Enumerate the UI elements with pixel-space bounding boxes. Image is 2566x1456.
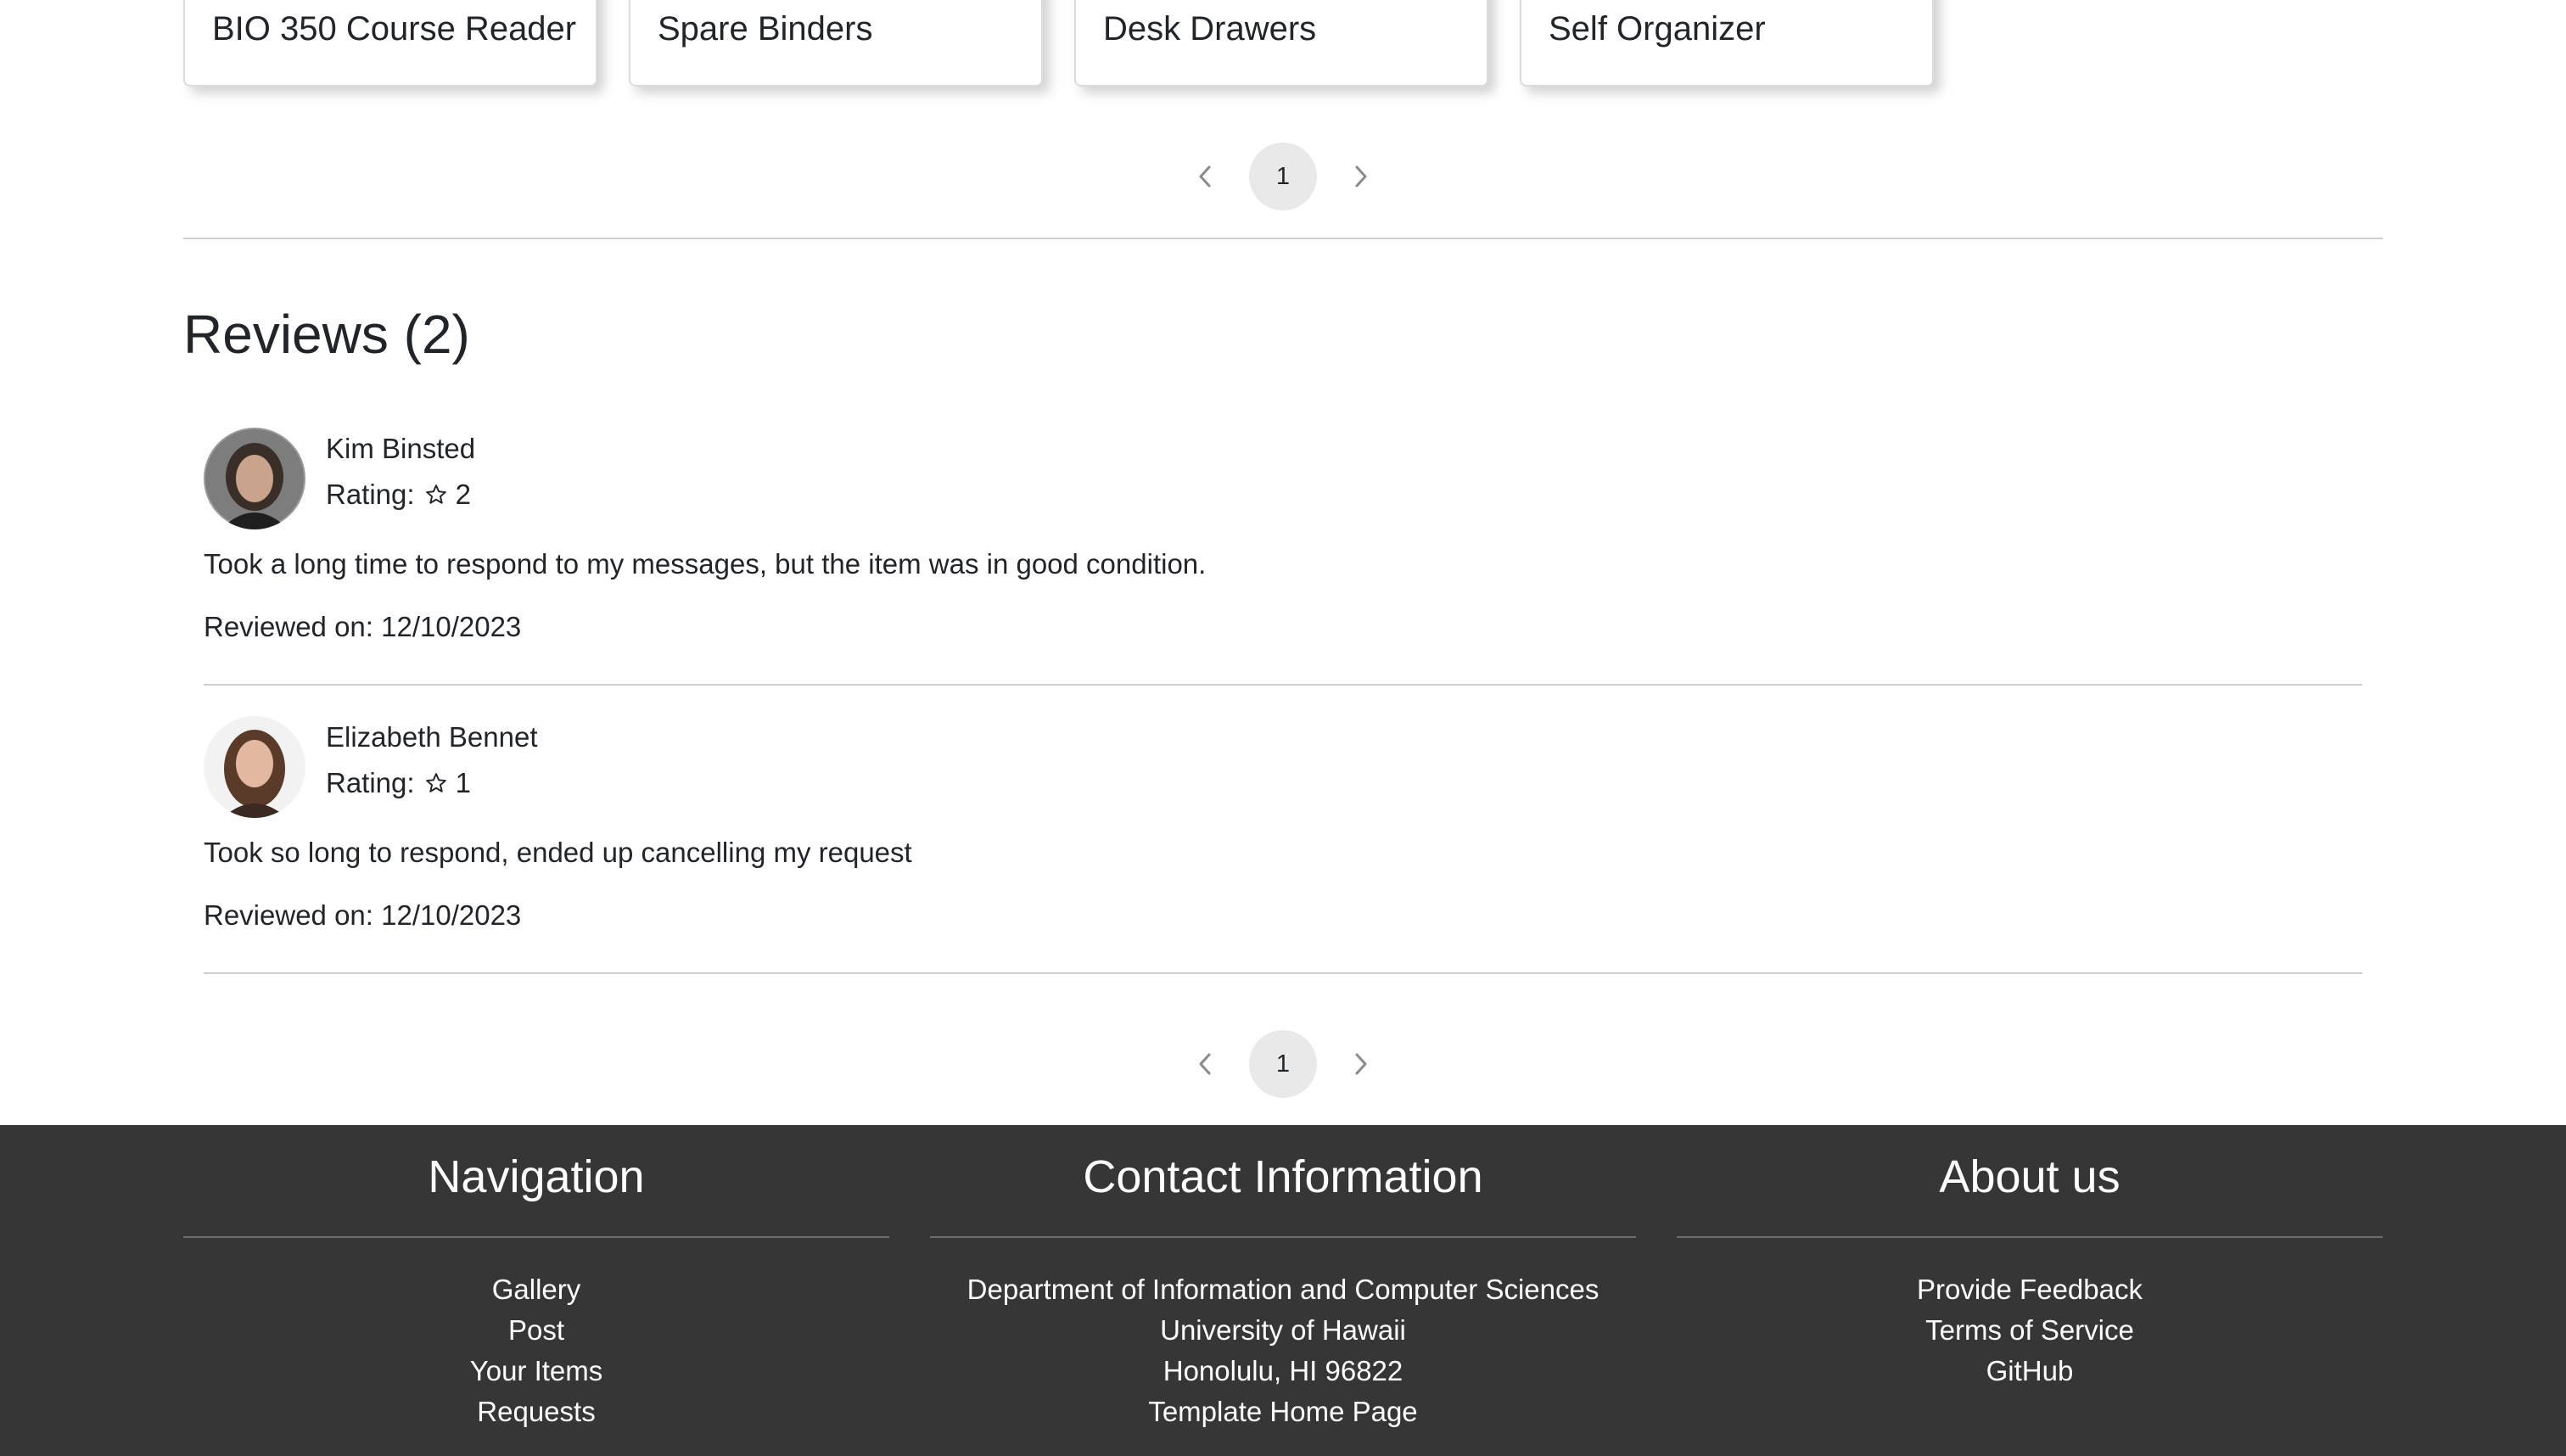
pagination-prev-button[interactable] [1183, 154, 1227, 199]
footer-navigation-heading: Navigation [428, 1151, 645, 1202]
footer-divider [1677, 1236, 2383, 1238]
review-divider [204, 684, 2362, 686]
item-cards-row: BIO 350 Course Reader Spare Binders Desk… [183, 0, 2383, 88]
contact-department: Department of Information and Computer S… [966, 1274, 1600, 1305]
chevron-right-icon [1355, 1053, 1367, 1075]
footer-contact-heading: Contact Information [1083, 1151, 1483, 1202]
review-divider [204, 972, 2362, 974]
review-rating: Rating: 2 [326, 479, 471, 511]
section-divider [183, 238, 2383, 239]
footer-divider [183, 1236, 889, 1238]
item-card-title[interactable]: Desk Drawers [1103, 10, 1316, 48]
pagination-next-button[interactable] [1339, 1042, 1383, 1086]
pagination-page-button[interactable]: 1 [1249, 1030, 1317, 1098]
footer: Navigation Gallery Post Your Items Reque… [0, 1125, 2566, 1456]
footer-about-heading: About us [1939, 1151, 2121, 1202]
reviews-heading: Reviews (2) [183, 304, 470, 365]
footer-link-requests[interactable]: Requests [183, 1392, 889, 1432]
footer-link-github[interactable]: GitHub [1677, 1351, 2383, 1392]
reviewer-avatar [204, 716, 305, 818]
reviews-pagination: 1 [0, 1030, 2566, 1098]
rating-label: Rating: [326, 479, 415, 510]
rating-value: 2 [455, 479, 471, 510]
footer-link-feedback[interactable]: Provide Feedback [1677, 1269, 2383, 1310]
footer-link-post[interactable]: Post [183, 1310, 889, 1351]
chevron-left-icon [1199, 1053, 1211, 1075]
review-date: Reviewed on: 12/10/2023 [204, 899, 522, 931]
review-rating: Rating: 1 [326, 767, 471, 799]
item-card-title[interactable]: Spare Binders [658, 10, 872, 48]
star-icon [425, 773, 446, 792]
item-card[interactable]: Desk Drawers [1074, 0, 1488, 87]
item-card[interactable]: Spare Binders [629, 0, 1043, 87]
review-comment: Took a long time to respond to my messag… [204, 548, 1207, 580]
chevron-right-icon [1355, 165, 1367, 188]
rating-value: 1 [455, 767, 471, 798]
reviewer-avatar [204, 428, 305, 529]
contact-university: University of Hawaii [1160, 1314, 1406, 1346]
footer-divider [930, 1236, 1636, 1238]
footer-link-gallery[interactable]: Gallery [183, 1269, 889, 1310]
footer-link-terms[interactable]: Terms of Service [1677, 1310, 2383, 1351]
pagination-page-button[interactable]: 1 [1249, 143, 1317, 210]
review-date: Reviewed on: 12/10/2023 [204, 611, 522, 642]
pagination-prev-button[interactable] [1183, 1042, 1227, 1086]
reviewer-name: Kim Binsted [326, 433, 476, 464]
contact-address: Honolulu, HI 96822 [1163, 1355, 1403, 1386]
items-pagination: 1 [0, 143, 2566, 210]
footer-link-your-items[interactable]: Your Items [183, 1351, 889, 1392]
item-card[interactable]: BIO 350 Course Reader [183, 0, 597, 87]
reviewer-name: Elizabeth Bennet [326, 721, 538, 753]
item-card-title[interactable]: BIO 350 Course Reader [212, 10, 576, 48]
item-card-title[interactable]: Self Organizer [1549, 10, 1766, 48]
star-icon [425, 484, 446, 504]
pagination-next-button[interactable] [1339, 154, 1383, 199]
chevron-left-icon [1199, 165, 1211, 188]
review-comment: Took so long to respond, ended up cancel… [204, 837, 912, 868]
item-card[interactable]: Self Organizer [1520, 0, 1934, 87]
rating-label: Rating: [326, 767, 415, 798]
footer-link-template-home[interactable]: Template Home Page [930, 1392, 1636, 1432]
